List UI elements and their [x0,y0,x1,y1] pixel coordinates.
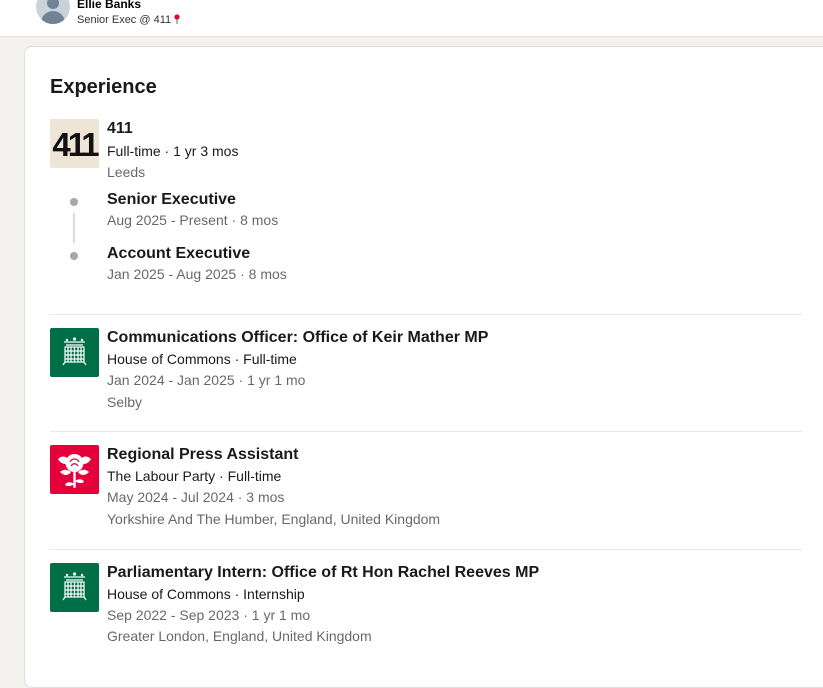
company-logo-house-of-commons[interactable] [50,328,99,377]
timeline-dot [70,252,78,260]
experience-location: Selby [107,394,143,410]
experience-title[interactable]: Parliamentary Intern: Office of Rt Hon R… [107,564,539,582]
logo-411-text: 411 [52,126,99,163]
role-dates: Jan 2025 - Aug 2025 · 8 mos [107,266,287,282]
profile-headline: Senior Exec @ 411 [77,14,180,26]
rose-icon [174,14,180,24]
timeline-dot [70,198,78,206]
avatar[interactable] [36,0,70,24]
experience-location: Greater London, England, United Kingdom [107,628,372,644]
divider [50,314,802,315]
experience-section: Experience 411 411 Full-time · 1 yr 3 mo… [24,46,823,688]
company-logo-house-of-commons[interactable] [50,563,99,612]
experience-company: House of Commons · Internship [107,586,305,602]
role-dates: Aug 2025 - Present · 8 mos [107,212,279,228]
timeline-line [73,213,75,243]
experience-company: The Labour Party · Full-time [107,468,282,484]
profile-name: Ellie Banks [77,0,142,11]
experience-dates: Sep 2022 - Sep 2023 · 1 yr 1 mo [107,607,311,623]
experience-location: Yorkshire And The Humber, England, Unite… [107,511,441,527]
company-logo-labour[interactable] [50,445,99,494]
company-location: Leeds [107,164,146,180]
role-title[interactable]: Account Executive [107,245,250,263]
experience-company: House of Commons · Full-time [107,351,297,367]
sticky-profile-header: Ellie Banks Senior Exec @ 411 [0,0,823,37]
experience-title[interactable]: Communications Officer: Office of Keir M… [107,329,488,347]
experience-dates: Jan 2024 - Jan 2025 · 1 yr 1 mo [107,372,306,388]
portcullis-icon [62,572,87,601]
company-type-duration: Full-time · 1 yr 3 mos [107,143,239,159]
experience-title[interactable]: Regional Press Assistant [107,446,298,464]
section-title: Experience [50,76,157,98]
experience-dates: May 2024 - Jul 2024 · 3 mos [107,489,285,505]
portcullis-icon [62,337,87,366]
rose-icon [58,454,91,488]
role-title[interactable]: Senior Executive [107,191,236,209]
divider [50,431,802,432]
company-name[interactable]: 411 [107,120,133,138]
company-logo-411[interactable]: 411 [50,119,99,168]
divider [50,549,802,550]
